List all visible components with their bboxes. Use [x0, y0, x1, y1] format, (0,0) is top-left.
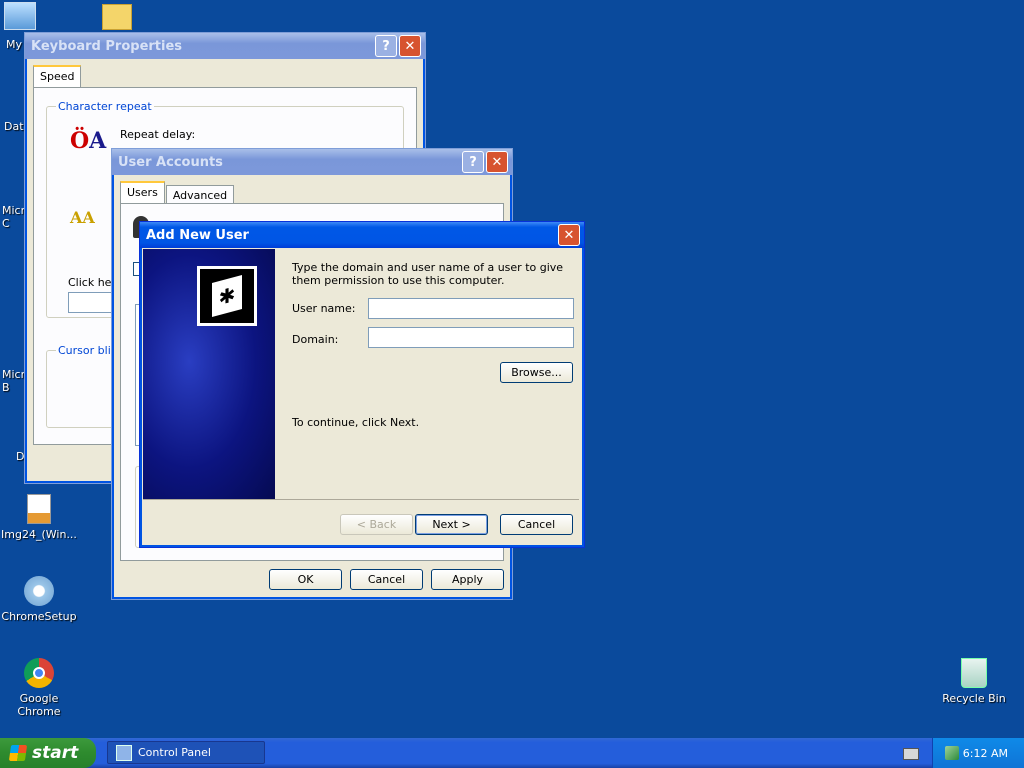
- wizard-side-banner: ✱: [143, 249, 275, 499]
- help-button[interactable]: ?: [375, 35, 397, 57]
- user-accounts-titlebar[interactable]: User Accounts ? ✕: [112, 149, 512, 175]
- repeat-rate-icon: AA: [70, 208, 95, 227]
- instruction-text: Type the domain and user name of a user …: [292, 261, 564, 287]
- help-button[interactable]: ?: [462, 151, 484, 173]
- cancel-button[interactable]: Cancel: [350, 569, 423, 590]
- start-button[interactable]: start: [0, 738, 96, 768]
- taskbar-item-label: Control Panel: [138, 746, 211, 759]
- clock[interactable]: 6:12 AM: [963, 747, 1008, 760]
- add-new-user-titlebar[interactable]: Add New User ✕: [140, 222, 584, 248]
- desktop-icon-google-chrome[interactable]: Google Chrome: [0, 658, 78, 718]
- network-tray-icon[interactable]: [945, 746, 959, 760]
- add-new-user-dialog: Add New User ✕ ✱ Type the domain and use…: [139, 221, 585, 548]
- window-title: Keyboard Properties: [31, 38, 183, 54]
- desktop-icon-label: ChromeSetup: [1, 610, 77, 623]
- recycle-bin-icon: [961, 658, 987, 688]
- desktop-icon-label: My: [6, 38, 23, 51]
- desktop-icon-chromesetup[interactable]: ChromeSetup: [0, 576, 78, 623]
- desktop-icon-label: Micro B: [2, 368, 32, 394]
- domain-label: Domain:: [292, 333, 339, 346]
- tab-users[interactable]: Users: [120, 181, 165, 205]
- desktop-icon-my-computer[interactable]: My: [0, 2, 40, 51]
- desktop-icon-img24[interactable]: Img24_(Win...: [0, 494, 78, 541]
- wizard-logo-icon: ✱: [197, 266, 257, 326]
- ok-button[interactable]: OK: [269, 569, 342, 590]
- repeat-delay-icon: ÖA: [70, 128, 107, 154]
- computer-icon: [4, 2, 36, 30]
- close-button[interactable]: ✕: [558, 224, 580, 246]
- chrome-icon: [24, 658, 54, 688]
- window-title: User Accounts: [118, 154, 223, 170]
- tab-advanced[interactable]: Advanced: [165, 185, 235, 205]
- continue-text: To continue, click Next.: [292, 416, 420, 429]
- close-button[interactable]: ✕: [399, 35, 421, 57]
- taskbar: start Control Panel 6:12 AM: [0, 738, 1024, 768]
- tab-speed[interactable]: Speed: [33, 65, 82, 88]
- desktop-icon-recycle-bin[interactable]: Recycle Bin: [934, 658, 1014, 705]
- cancel-button[interactable]: Cancel: [500, 514, 573, 535]
- window-title: Add New User: [146, 227, 249, 243]
- folder-icon[interactable]: [102, 4, 132, 30]
- character-repeat-label: Character repeat: [56, 100, 154, 113]
- desktop-icon-label: Img24_(Win...: [1, 528, 77, 541]
- apply-button[interactable]: Apply: [431, 569, 504, 590]
- username-label: User name:: [292, 302, 356, 315]
- wizard-divider: [143, 499, 579, 500]
- control-panel-icon: [116, 744, 132, 761]
- taskbar-item-control-panel[interactable]: Control Panel: [107, 741, 265, 764]
- start-label: start: [32, 743, 79, 763]
- next-button[interactable]: Next >: [415, 514, 488, 535]
- back-button[interactable]: < Back: [340, 514, 413, 535]
- keyboard-tray-icon[interactable]: [903, 748, 919, 760]
- windows-logo-icon: [8, 745, 28, 761]
- desktop-icon-label: Recycle Bin: [942, 692, 1006, 705]
- close-button[interactable]: ✕: [486, 151, 508, 173]
- setup-icon: [24, 576, 54, 606]
- desktop-icon-label: Google Chrome: [17, 692, 61, 718]
- desktop-icon-label: Dat: [4, 120, 24, 133]
- system-tray: 6:12 AM: [932, 738, 1024, 768]
- keyboard-properties-titlebar[interactable]: Keyboard Properties ? ✕: [25, 33, 425, 59]
- domain-input[interactable]: [368, 327, 574, 348]
- desktop-icon-label: Micro C: [2, 204, 32, 230]
- username-input[interactable]: [368, 298, 574, 319]
- browse-button[interactable]: Browse...: [500, 362, 573, 383]
- repeat-delay-label: Repeat delay:: [120, 128, 196, 141]
- image-file-icon: [27, 494, 51, 524]
